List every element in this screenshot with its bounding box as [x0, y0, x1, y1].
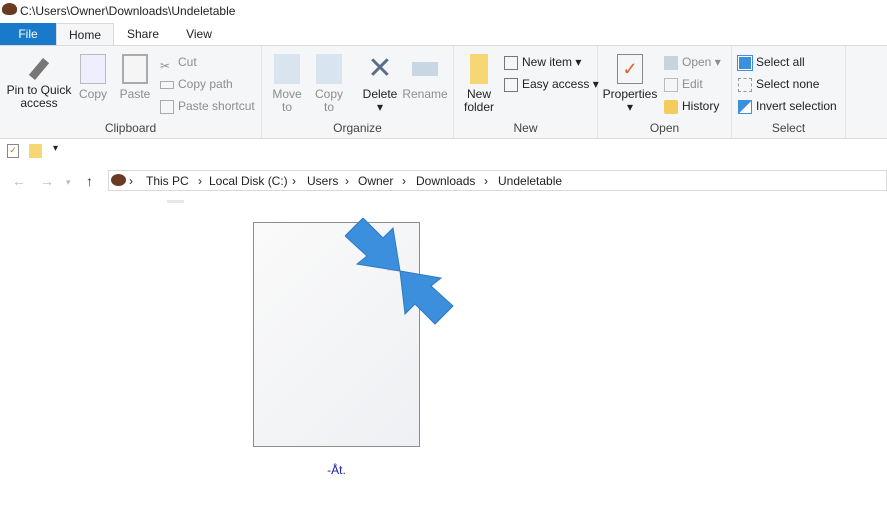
tab-home[interactable]: Home [56, 23, 114, 46]
move-label2: to [281, 100, 292, 114]
crumb-owner[interactable]: Owner [358, 174, 393, 188]
cut-button[interactable]: ✂ Cut [160, 52, 197, 73]
copy-path-label: Copy path [178, 77, 233, 91]
rename-icon [412, 62, 438, 76]
delete-button[interactable]: ✕ Delete ▾ [360, 54, 400, 114]
new-folder-qat-icon[interactable] [29, 144, 42, 158]
copy-icon [80, 54, 106, 84]
cut-label: Cut [178, 55, 197, 69]
quick-access-toolbar: ✓ ▾ [0, 140, 887, 164]
history-icon [664, 99, 678, 114]
easy-access-icon [504, 77, 518, 92]
easy-access-button[interactable]: Easy access ▾ [504, 74, 599, 94]
history-button[interactable]: History [664, 96, 719, 116]
open-label-group: Open [649, 121, 680, 135]
rename-label: Rename [402, 87, 448, 101]
pin-icon [28, 58, 50, 80]
paste-shortcut-button[interactable]: Paste shortcut [160, 96, 255, 116]
select-label: Select [771, 121, 806, 135]
paste-label: Paste [119, 87, 151, 101]
recent-dropdown-icon[interactable]: ▾ [66, 177, 71, 188]
edit-icon [664, 77, 678, 92]
forward-icon[interactable]: → [40, 173, 54, 189]
open-label: Open ▾ [682, 55, 721, 69]
copy-path-button[interactable]: Copy path [160, 74, 233, 94]
crumb-this-pc[interactable]: This PC [146, 174, 189, 188]
organize-group: Move to Copy to ✕ Delete ▾ Rename Organize [262, 46, 454, 138]
new-folder-label2: folder [463, 100, 495, 114]
location-icon [111, 174, 126, 186]
folder-icon [470, 54, 488, 84]
tab-file[interactable]: File [0, 23, 56, 46]
crumb-local-disk[interactable]: Local Disk (C:) [209, 174, 288, 188]
file-name[interactable]: -Åt. [253, 463, 420, 477]
select-none-label: Select none [756, 77, 820, 91]
select-none-icon [738, 77, 752, 92]
invert-selection-button[interactable]: Invert selection [738, 96, 837, 116]
tab-view[interactable]: View [174, 23, 224, 46]
open-icon [664, 55, 678, 70]
new-item-label: New item ▾ [522, 55, 582, 69]
rename-button[interactable]: Rename [402, 54, 448, 101]
pin-label2: access [20, 96, 58, 110]
select-all-button[interactable]: Select all [737, 52, 805, 72]
open-button[interactable]: Open ▾ [664, 52, 721, 72]
move-to-icon [274, 54, 300, 84]
move-to-button[interactable]: Move to [270, 54, 304, 114]
crumb-separator-icon: › [129, 174, 133, 188]
new-folder-button[interactable]: New folder [460, 54, 498, 114]
select-group: Select all Select none Invert selection … [732, 46, 846, 138]
clipboard-group: Pin to Quick access Copy Paste ✂ Cut Copy … [0, 46, 262, 138]
organize-label: Organize [333, 121, 382, 135]
select-all-label: Select all [756, 55, 805, 69]
edit-button[interactable]: Edit [664, 74, 703, 94]
delete-x-icon: ✕ [367, 52, 393, 85]
history-label: History [682, 99, 720, 113]
copy-to-icon [316, 54, 342, 84]
tab-share[interactable]: Share [118, 23, 168, 46]
crumb-undeletable[interactable]: Undeletable [498, 174, 562, 188]
ribbon: Pin to Quick access Copy Paste ✂ Cut Copy … [0, 45, 887, 139]
up-icon[interactable]: ↑ [86, 173, 93, 189]
column-resize-handle [167, 200, 184, 203]
scissors-icon: ✂ [160, 58, 171, 73]
pin-button[interactable]: Pin to Quick access [4, 54, 74, 110]
new-group: New folder New item ▾ Easy access ▾ New [454, 46, 599, 138]
select-none-button[interactable]: Select none [738, 74, 819, 94]
window-title: C:\Users\Owner\Downloads\Undeletable [20, 4, 236, 18]
open-group: ✓ Properties ▾ Open ▾ Edit History Open [598, 46, 732, 138]
properties-icon: ✓ [617, 54, 643, 84]
crumb-downloads[interactable]: Downloads [416, 174, 475, 188]
new-label: New [513, 121, 538, 135]
address-bar[interactable]: › This PC › Local Disk (C:) › Users › Ow… [108, 170, 887, 191]
paste-icon [122, 54, 148, 84]
properties-qat-icon[interactable]: ✓ [7, 144, 19, 158]
invert-selection-icon [738, 99, 752, 114]
properties-button[interactable]: ✓ Properties ▾ [602, 54, 658, 114]
invert-selection-label: Invert selection [756, 99, 837, 113]
new-item-icon [504, 55, 518, 70]
copy-path-icon [160, 80, 174, 89]
app-icon [2, 3, 17, 15]
paste-button[interactable]: Paste [118, 54, 152, 101]
paste-shortcut-icon [160, 99, 174, 114]
paste-shortcut-label: Paste shortcut [178, 99, 255, 113]
copy-button[interactable]: Copy [78, 54, 108, 101]
easy-access-label: Easy access ▾ [522, 77, 599, 91]
clipboard-label: Clipboard [104, 121, 157, 135]
back-icon[interactable]: ← [12, 173, 26, 189]
new-item-button[interactable]: New item ▾ [504, 52, 581, 72]
copy-label: Copy [78, 87, 107, 101]
customize-qat-icon[interactable]: ▾ [53, 143, 58, 154]
ribbon-tabs: File Home Share View [0, 23, 887, 46]
edit-label: Edit [682, 77, 703, 91]
select-all-icon [737, 54, 753, 71]
copy-to-button[interactable]: Copy to [312, 54, 346, 114]
shortcut-arrows-icon [345, 218, 454, 325]
crumb-users[interactable]: Users [307, 174, 338, 188]
copy-to-label2: to [323, 100, 334, 114]
